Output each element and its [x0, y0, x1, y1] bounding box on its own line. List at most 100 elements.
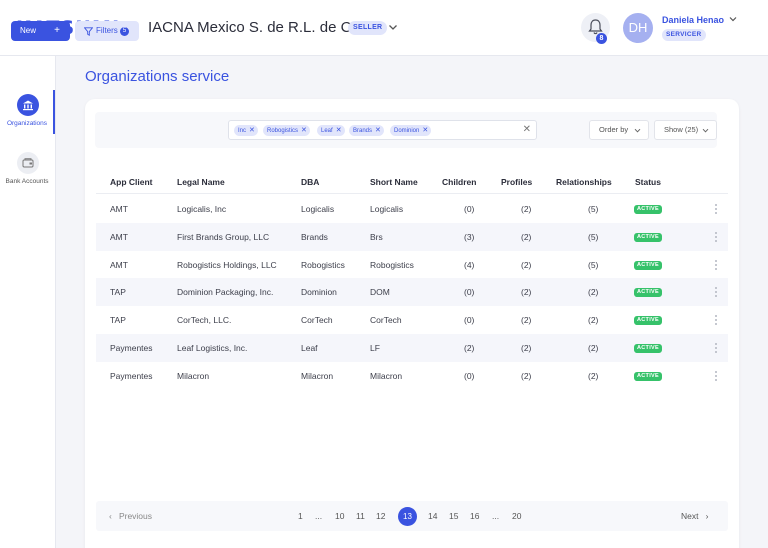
- sidebar-item-bank-accounts[interactable]: Bank Accounts: [0, 152, 56, 202]
- table-cell: Logicalis: [301, 204, 335, 214]
- more-options-icon[interactable]: [713, 259, 719, 273]
- clear-filters-icon[interactable]: ✕: [523, 124, 531, 135]
- table-cell: (4): [464, 259, 475, 270]
- status-badge: ACTIVE: [634, 371, 662, 381]
- page-link[interactable]: 16: [470, 511, 479, 521]
- column-header[interactable]: Relationships: [556, 177, 612, 187]
- column-header[interactable]: Children: [442, 177, 476, 187]
- notification-count-badge: 8: [596, 33, 607, 44]
- table-row[interactable]: Paymentes Leaf Logistics, Inc. Leaf LF (2) (2…: [96, 334, 728, 362]
- table-cell: (3): [464, 231, 475, 242]
- sidebar-item-organizations[interactable]: Organizations: [0, 94, 56, 144]
- table-row[interactable]: AMT Logicalis, Inc Logicalis Logicalis (0) (2…: [96, 195, 728, 223]
- status-badge: ACTIVE: [634, 205, 662, 214]
- table-cell: Robogistics: [370, 259, 414, 270]
- order-by-select[interactable]: Order by: [589, 120, 649, 140]
- more-options-icon[interactable]: [713, 342, 719, 356]
- header-divider: [96, 193, 728, 194]
- table-cell: Paymentes: [110, 370, 153, 381]
- column-header[interactable]: DBA: [301, 177, 319, 187]
- sidebar-item-label: Organizations: [6, 120, 48, 127]
- page-link[interactable]: 1: [298, 511, 303, 521]
- table-cell: Brands: [301, 231, 328, 242]
- close-icon[interactable]: ✕: [249, 127, 255, 134]
- table-cell: (0): [464, 204, 475, 214]
- page-link[interactable]: 20: [512, 511, 521, 521]
- chevron-down-icon[interactable]: [728, 14, 738, 24]
- page-link[interactable]: 10: [335, 511, 344, 521]
- next-page-button[interactable]: Next ›: [681, 511, 708, 521]
- table-cell: (2): [521, 343, 532, 353]
- column-header[interactable]: Status: [635, 177, 661, 187]
- page-link[interactable]: 12: [376, 511, 385, 521]
- filter-chip[interactable]: Brands ✕: [349, 125, 384, 136]
- page-link[interactable]: 11: [356, 511, 365, 521]
- table-cell: TAP: [110, 287, 126, 298]
- wallet-icon: [17, 152, 39, 174]
- status-badge: ACTIVE: [634, 260, 662, 270]
- new-button-label: New: [20, 26, 37, 35]
- table-row[interactable]: Paymentes Milacron Milacron Milacron (0) (2) (…: [96, 362, 728, 390]
- user-name[interactable]: Daniela Henao: [662, 15, 724, 25]
- column-header[interactable]: App Client: [110, 177, 153, 187]
- more-options-icon[interactable]: [713, 370, 719, 384]
- table-cell: (2): [588, 315, 599, 326]
- close-icon[interactable]: ✕: [301, 127, 307, 134]
- table-cell: (2): [588, 287, 599, 298]
- table-cell: CorTech: [370, 315, 402, 326]
- table-cell: Robogistics: [301, 259, 345, 270]
- status-badge: ACTIVE: [634, 288, 662, 298]
- more-options-icon[interactable]: [713, 203, 719, 217]
- column-header[interactable]: Short Name: [370, 177, 418, 187]
- status-badge: ACTIVE: [634, 316, 662, 326]
- page-link[interactable]: 15: [449, 511, 458, 521]
- new-button[interactable]: New +: [11, 21, 70, 41]
- chevron-down-icon[interactable]: [387, 21, 399, 33]
- filter-icon: [84, 27, 93, 36]
- filters-button[interactable]: Filters 5: [75, 21, 139, 41]
- table-cell: (2): [588, 343, 599, 353]
- table-cell: DOM: [370, 287, 390, 298]
- page-ellipsis: ...: [492, 511, 500, 521]
- table-cell: (2): [521, 287, 532, 298]
- column-header[interactable]: Profiles: [501, 177, 532, 187]
- filter-chip[interactable]: Inc ✕: [234, 125, 258, 136]
- bank-icon: [17, 94, 39, 116]
- table-cell: AMT: [110, 231, 128, 242]
- company-selector[interactable]: IACNA Mexico S. de R.L. de C.V.: [148, 19, 368, 36]
- page-ellipsis: ...: [315, 511, 323, 521]
- table-cell: (2): [521, 259, 532, 270]
- more-options-icon[interactable]: [713, 231, 719, 245]
- filters-label: Filters: [96, 26, 118, 35]
- filter-chip[interactable]: Dominion ✕: [390, 125, 432, 136]
- close-icon[interactable]: ✕: [375, 127, 381, 134]
- page-title: Organizations service: [85, 68, 230, 85]
- chevron-left-icon: ‹: [109, 511, 112, 521]
- table-row[interactable]: AMT Robogistics Holdings, LLC Robogistics R…: [96, 251, 728, 279]
- sidebar-item-label: Bank Accounts: [5, 178, 49, 185]
- current-page-link[interactable]: 13: [398, 507, 417, 526]
- close-icon[interactable]: ✕: [336, 127, 342, 134]
- previous-page-button[interactable]: ‹ Previous: [109, 511, 152, 521]
- close-icon[interactable]: ✕: [422, 127, 428, 134]
- user-role-badge: SERVICER: [662, 29, 706, 41]
- filter-chips-field[interactable]: Inc ✕ Robogistics ✕ Leaf ✕ Brands ✕ Dominion…: [228, 120, 537, 140]
- seller-badge: SELLER: [348, 21, 388, 35]
- table-cell: (2): [521, 204, 532, 214]
- table-cell: Milacron: [370, 370, 403, 381]
- avatar[interactable]: DH: [623, 13, 653, 43]
- plus-icon: +: [54, 25, 60, 36]
- filter-chip[interactable]: Robogistics ✕: [263, 125, 310, 136]
- column-header[interactable]: Legal Name: [177, 177, 225, 187]
- more-options-icon[interactable]: [713, 286, 719, 300]
- table-row[interactable]: AMT First Brands Group, LLC Brands Brs (3) (2…: [96, 222, 728, 251]
- table-cell: (5): [588, 204, 599, 214]
- more-options-icon[interactable]: [713, 314, 719, 328]
- table-row[interactable]: TAP CorTech, LLC. CorTech CorTech (0) (2) (2) A…: [96, 306, 728, 334]
- table-row[interactable]: TAP Dominion Packaging, Inc. Dominion DOM (0…: [96, 278, 728, 307]
- table-cell: (2): [521, 315, 532, 326]
- table-cell: Brs: [370, 231, 383, 242]
- show-select[interactable]: Show (25): [654, 120, 717, 140]
- filter-chip[interactable]: Leaf ✕: [317, 125, 345, 136]
- page-link[interactable]: 14: [428, 511, 437, 521]
